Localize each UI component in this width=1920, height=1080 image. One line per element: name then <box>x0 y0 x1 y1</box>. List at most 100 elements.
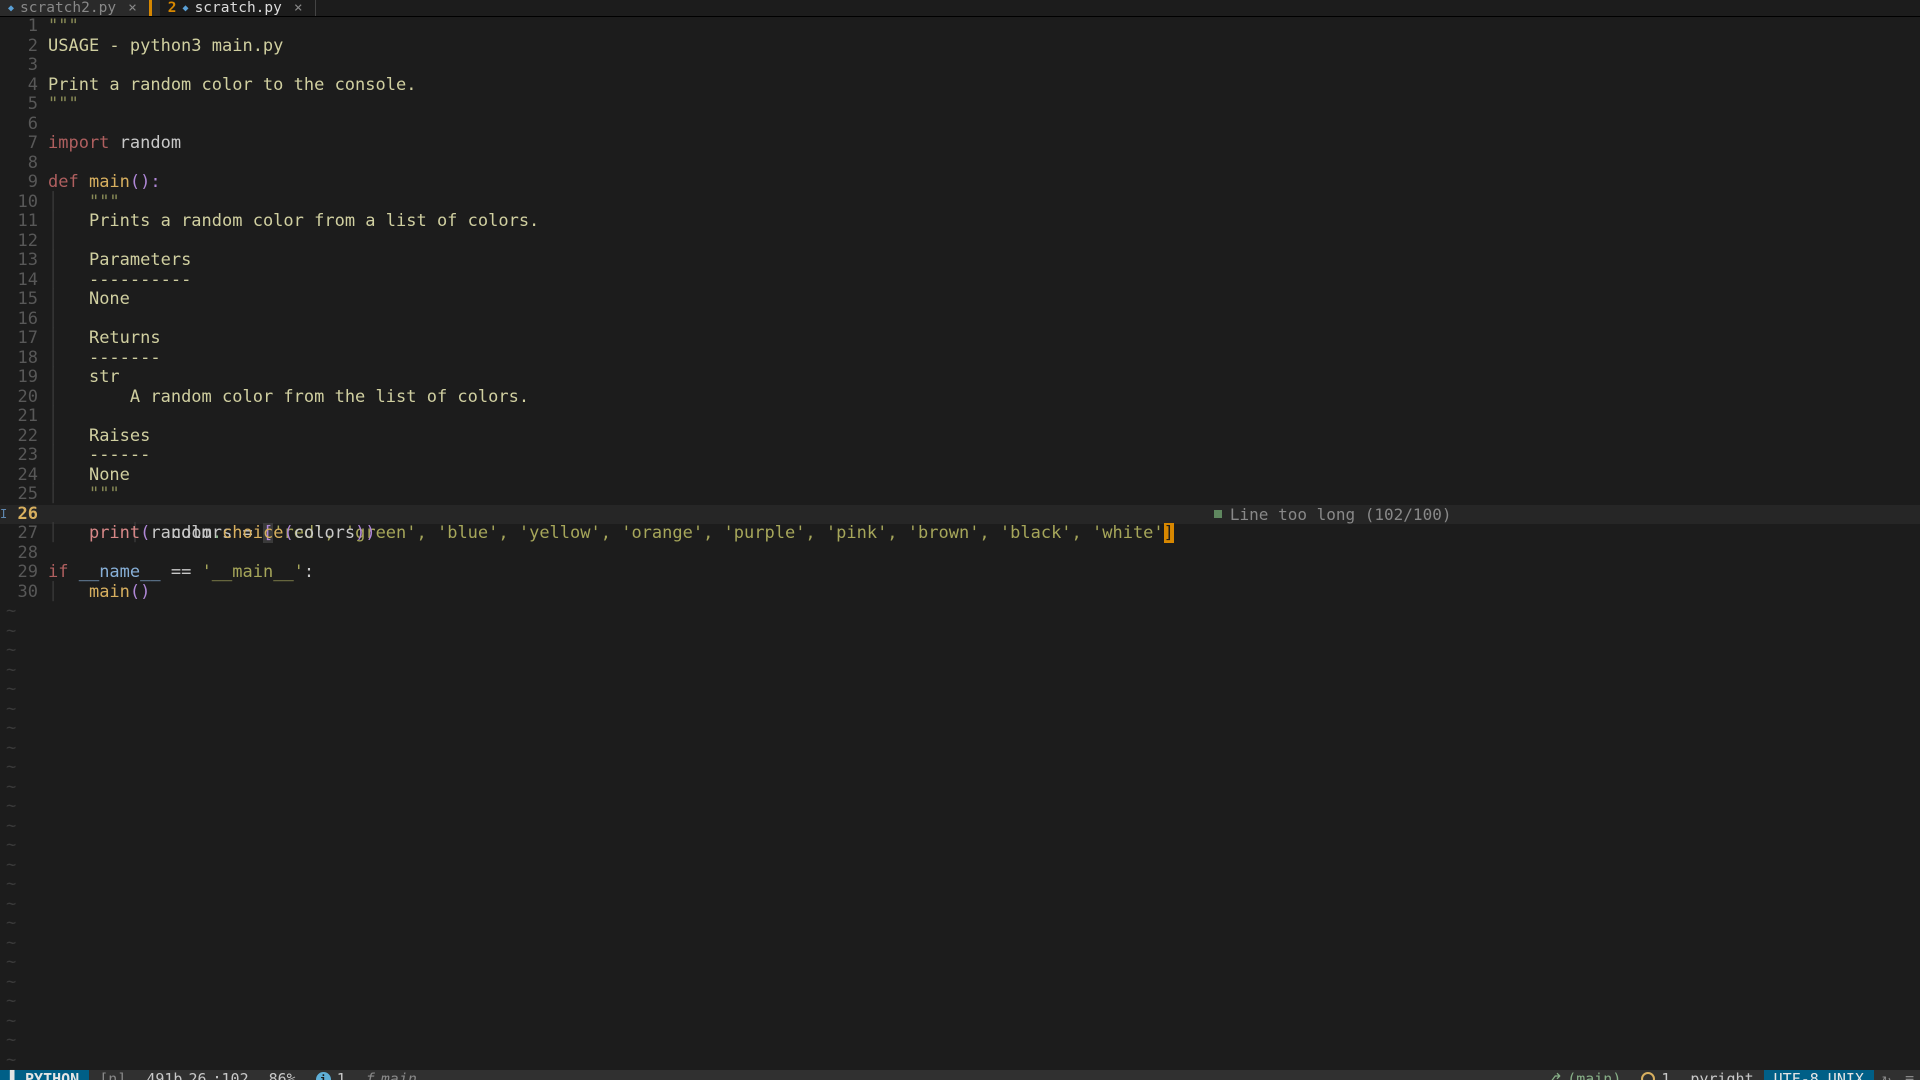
tab-separator <box>315 0 316 16</box>
code-text: () <box>130 582 150 602</box>
code-text: if <box>48 562 79 582</box>
empty-line-tilde: ~ <box>0 836 16 856</box>
code-text: (): <box>130 172 161 192</box>
code-text: main <box>89 582 130 602</box>
line-number: 17 <box>0 329 48 349</box>
code-text: def <box>48 172 89 192</box>
cursor: ] <box>1164 523 1174 543</box>
code-text: Prints a random color from a list of col… <box>89 211 539 231</box>
line-number: 24 <box>0 466 48 486</box>
empty-line-tilde: ~ <box>0 797 16 817</box>
status-context: ƒ main <box>356 1070 427 1080</box>
status-diagnostics[interactable]: i 1 <box>306 1070 356 1080</box>
close-icon[interactable]: × <box>128 0 137 16</box>
tab-bar: ◆ scratch2.py × 2 ◆ scratch.py × <box>0 0 1920 17</box>
line-number: 2 <box>0 37 48 57</box>
close-icon[interactable]: × <box>294 0 303 16</box>
code-text: """ <box>48 17 79 37</box>
status-lang-text: PYTHON <box>25 1070 79 1080</box>
tab-active[interactable]: 2 ◆ scratch.py × <box>160 0 324 16</box>
empty-line-tilde: ~ <box>0 602 16 622</box>
line-number: 25 <box>0 485 48 505</box>
line-number: 19 <box>0 368 48 388</box>
tab-filename: scratch2.py <box>20 0 116 16</box>
line-number: 8 <box>0 154 48 174</box>
code-text: ---------- <box>89 270 191 290</box>
function-icon: ƒ <box>366 1070 375 1080</box>
status-diag-count: 1 <box>337 1070 346 1080</box>
line-number: 13 <box>0 251 48 271</box>
empty-line-tilde: ~ <box>0 1051 16 1071</box>
lint-severity-icon <box>1214 510 1222 518</box>
file-icon: ◆ <box>8 3 14 14</box>
line-number: 29 <box>0 563 48 583</box>
empty-line-tilde: ~ <box>0 953 16 973</box>
code-text: . <box>212 523 222 543</box>
code-text: import <box>48 133 120 153</box>
status-vcs[interactable]: ⎇(main) <box>1534 1070 1631 1080</box>
status-warn-count: 1 <box>1661 1070 1670 1080</box>
status-end-icon: ≡ <box>1899 1070 1920 1080</box>
file-icon: ◆ <box>183 3 189 14</box>
tab-inactive[interactable]: ◆ scratch2.py × <box>0 0 160 16</box>
code-text: ( <box>283 523 293 543</box>
line-number: 14 <box>0 271 48 291</box>
empty-line-tilde: ~ <box>0 719 16 739</box>
code-text: Raises <box>89 426 150 446</box>
code-text: """ <box>89 192 120 212</box>
sync-icon[interactable]: ↻ <box>1874 1070 1899 1080</box>
line-number: 16 <box>0 310 48 330</box>
code-text: ------ <box>89 445 150 465</box>
code-text: ) <box>365 523 375 543</box>
empty-line-tilde: ~ <box>0 934 16 954</box>
code-text: : <box>304 562 314 582</box>
code-text: Print a random color to the console. <box>48 76 416 96</box>
code-text: USAGE - python3 main.py <box>48 37 283 57</box>
empty-line-tilde: ~ <box>0 895 16 915</box>
empty-line-tilde: ~ <box>0 680 16 700</box>
status-warnings[interactable]: 1 <box>1631 1070 1680 1080</box>
lint-message: Line too long (102/100) <box>1214 505 1452 525</box>
status-branch: (main) <box>1567 1070 1621 1080</box>
code-text: """ <box>89 484 120 504</box>
code-text: ) <box>355 523 365 543</box>
code-text: A random color from the list of colors. <box>89 387 529 407</box>
code-text: random <box>120 133 181 153</box>
code-text: None <box>89 465 130 485</box>
code-text: '__main__' <box>202 562 304 582</box>
empty-line-tilde: ~ <box>0 758 16 778</box>
code-text: str <box>89 367 120 387</box>
tab-index: 2 <box>168 0 177 16</box>
status-bytes: 491b <box>146 1070 182 1080</box>
status-line: 26 <box>188 1070 206 1080</box>
line-number: 26 <box>0 505 48 525</box>
empty-line-tilde: ~ <box>0 856 16 876</box>
line-number: 1 <box>0 17 48 37</box>
status-lsp: pyright <box>1680 1070 1763 1080</box>
status-percent: 86% <box>259 1070 306 1080</box>
code-text: Returns <box>89 328 161 348</box>
empty-line-tilde: ~ <box>0 661 16 681</box>
line-number: 11 <box>0 212 48 232</box>
diagnostic-sign-icon: I <box>0 505 6 525</box>
editor[interactable]: 1""" 2USAGE - python3 main.py 3 4Print a… <box>0 17 1920 1070</box>
line-number: 9 <box>0 173 48 193</box>
status-position: 491b 26 :102 <box>136 1070 258 1080</box>
empty-line-tilde: ~ <box>0 1012 16 1032</box>
line-number: 20 <box>0 388 48 408</box>
line-number: 4 <box>0 76 48 96</box>
code-text: main <box>89 172 130 192</box>
code-text: __name__ <box>79 562 161 582</box>
code-text: ( <box>140 523 150 543</box>
line-number: 23 <box>0 446 48 466</box>
code-text: ------- <box>89 348 161 368</box>
empty-line-tilde: ~ <box>0 778 16 798</box>
line-number: 12 <box>0 232 48 252</box>
status-mode: [n] <box>89 1070 136 1080</box>
line-number: 21 <box>0 407 48 427</box>
empty-line-tilde: ~ <box>0 817 16 837</box>
line-number: 5 <box>0 95 48 115</box>
line-number: 3 <box>0 56 48 76</box>
info-icon: i <box>316 1072 331 1080</box>
line-number: 30 <box>0 583 48 603</box>
